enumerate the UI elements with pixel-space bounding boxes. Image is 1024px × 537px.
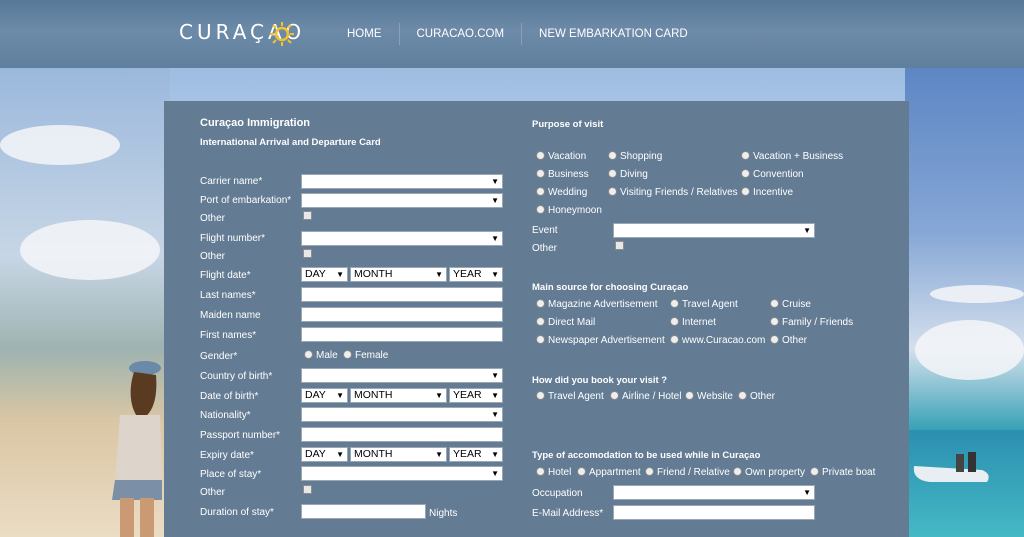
site-header: CURAÇAO HOME CURACAO.COM NEW EMBARKATION… [0, 0, 1024, 68]
source-family-friends-radio[interactable]: Family / Friends [770, 317, 853, 328]
purpose-honeymoon-radio[interactable]: Honeymoon [536, 205, 602, 216]
occupation-select[interactable]: ▼ [613, 485, 815, 500]
purpose-shopping-radio[interactable]: Shopping [608, 151, 662, 162]
accommodation-private-boat-radio[interactable]: Private boat [810, 467, 875, 478]
accommodation-heading: Type of accomodation to be used while in… [532, 450, 761, 461]
first-names-input[interactable] [301, 327, 503, 342]
booking-other-radio[interactable]: Other [738, 391, 775, 402]
carrier-name-label: Carrier name* [200, 176, 263, 187]
other-label: Other [200, 251, 226, 262]
place-of-stay-label: Place of stay* [200, 469, 262, 480]
source-cruise-radio[interactable]: Cruise [770, 299, 811, 310]
cloud [0, 125, 120, 165]
sun-icon [270, 22, 294, 46]
accommodation-hotel-radio[interactable]: Hotel [536, 467, 571, 478]
port-of-embarkation-label: Port of embarkation* [200, 195, 292, 206]
flight-number-select[interactable]: ▼ [301, 231, 503, 246]
last-names-label: Last names* [200, 290, 256, 301]
source-internet-radio[interactable]: Internet [670, 317, 716, 328]
source-direct-mail-radio[interactable]: Direct Mail [536, 317, 595, 328]
gender-male-radio[interactable]: Male [304, 350, 338, 361]
event-label: Event [532, 225, 558, 236]
other-flight-checkbox[interactable] [303, 249, 312, 258]
maiden-name-label: Maiden name [200, 310, 261, 321]
country-of-birth-select[interactable]: ▼ [301, 368, 503, 383]
other-label: Other [200, 213, 226, 224]
flight-date-label: Flight date* [200, 270, 251, 281]
dob-month-select[interactable]: MONTH ▼ [350, 388, 447, 403]
cloud [20, 220, 160, 280]
nationality-label: Nationality* [200, 410, 251, 421]
first-names-label: First names* [200, 330, 257, 341]
occupation-label: Occupation [532, 488, 583, 499]
event-select[interactable]: ▼ [613, 223, 815, 238]
duration-of-stay-input[interactable] [301, 504, 426, 519]
nights-label: Nights [429, 508, 458, 519]
source-other-radio[interactable]: Other [770, 335, 807, 346]
flight-date-month-select[interactable]: MONTH ▼ [350, 267, 447, 282]
cloud [930, 285, 1024, 303]
booking-heading: How did you book your visit ? [532, 375, 668, 386]
accommodation-own-property-radio[interactable]: Own property [733, 467, 805, 478]
purpose-visiting-radio[interactable]: Visiting Friends / Relatives [608, 187, 738, 198]
purpose-convention-radio[interactable]: Convention [741, 169, 804, 180]
cloud [915, 320, 1024, 380]
other-stay-checkbox[interactable] [303, 485, 312, 494]
purpose-incentive-radio[interactable]: Incentive [741, 187, 793, 198]
accommodation-friend-radio[interactable]: Friend / Relative [645, 467, 730, 478]
nationality-select[interactable]: ▼ [301, 407, 503, 422]
email-label: E-Mail Address* [532, 508, 604, 519]
email-input[interactable] [613, 505, 815, 520]
purpose-diving-radio[interactable]: Diving [608, 169, 648, 180]
last-names-input[interactable] [301, 287, 503, 302]
port-of-embarkation-select[interactable]: ▼ [301, 193, 503, 208]
flight-date-year-select[interactable]: YEAR ▼ [449, 267, 503, 282]
purpose-business-radio[interactable]: Business [536, 169, 589, 180]
nav-home[interactable]: HOME [330, 23, 399, 45]
booking-website-radio[interactable]: Website [685, 391, 733, 402]
expiry-year-select[interactable]: YEAR ▼ [449, 447, 503, 462]
purpose-vacation-business-radio[interactable]: Vacation + Business [741, 151, 843, 162]
source-magazine-radio[interactable]: Magazine Advertisement [536, 299, 658, 310]
gender-female-radio[interactable]: Female [343, 350, 388, 361]
purpose-heading: Purpose of visit [532, 119, 604, 130]
nav-curacao-com[interactable]: CURACAO.COM [400, 23, 522, 45]
expiry-day-select[interactable]: DAY ▼ [301, 447, 348, 462]
carrier-name-select[interactable]: ▼ [301, 174, 503, 189]
duration-of-stay-label: Duration of stay* [200, 507, 274, 518]
source-website-radio[interactable]: www.Curacao.com [670, 335, 765, 346]
maiden-name-input[interactable] [301, 307, 503, 322]
form-subtitle: International Arrival and Departure Card [200, 137, 381, 148]
boat-image [913, 452, 989, 482]
flight-number-label: Flight number* [200, 233, 266, 244]
immigration-form-panel: Curaçao Immigration International Arriva… [164, 101, 909, 537]
country-of-birth-label: Country of birth* [200, 371, 273, 382]
flight-date-day-select[interactable]: DAY ▼ [301, 267, 348, 282]
woman-walking-image [112, 361, 162, 537]
expiry-month-select[interactable]: MONTH ▼ [350, 447, 447, 462]
booking-airline-hotel-radio[interactable]: Airline / Hotel [610, 391, 681, 402]
dob-day-select[interactable]: DAY ▼ [301, 388, 348, 403]
place-of-stay-select[interactable]: ▼ [301, 466, 503, 481]
booking-travel-agent-radio[interactable]: Travel Agent [536, 391, 604, 402]
date-of-birth-label: Date of birth* [200, 391, 259, 402]
source-travel-agent-radio[interactable]: Travel Agent [670, 299, 738, 310]
source-newspaper-radio[interactable]: Newspaper Advertisement [536, 335, 665, 346]
accommodation-appartment-radio[interactable]: Appartment [577, 467, 641, 478]
main-nav: HOME CURACAO.COM NEW EMBARKATION CARD [330, 0, 705, 68]
purpose-wedding-radio[interactable]: Wedding [536, 187, 587, 198]
other-label: Other [200, 487, 226, 498]
form-title: Curaçao Immigration [200, 117, 311, 129]
other-label: Other [532, 243, 558, 254]
source-heading: Main source for choosing Curaçao [532, 282, 689, 293]
dob-year-select[interactable]: YEAR ▼ [449, 388, 503, 403]
purpose-other-checkbox[interactable] [615, 241, 624, 250]
passport-number-input[interactable] [301, 427, 503, 442]
other-port-checkbox[interactable] [303, 211, 312, 220]
gender-label: Gender* [200, 351, 238, 362]
nav-new-embarkation-card[interactable]: NEW EMBARKATION CARD [522, 23, 705, 45]
purpose-vacation-radio[interactable]: Vacation [536, 151, 586, 162]
passport-number-label: Passport number* [200, 430, 281, 441]
expiry-date-label: Expiry date* [200, 450, 254, 461]
